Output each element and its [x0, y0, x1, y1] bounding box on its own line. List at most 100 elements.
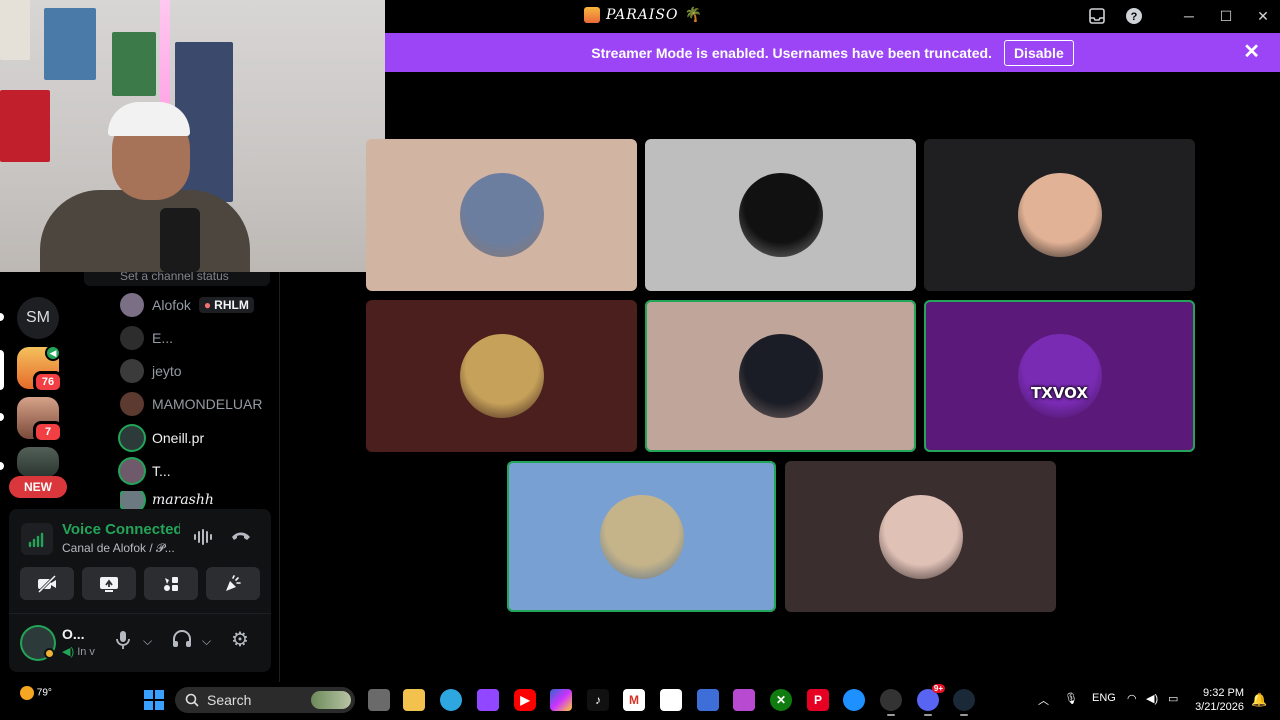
language-indicator[interactable]: ENG: [1092, 692, 1116, 704]
headphones-icon[interactable]: [172, 630, 192, 653]
avatar: [120, 359, 144, 383]
help-icon[interactable]: ?: [1124, 6, 1144, 26]
share-screen-button[interactable]: [82, 567, 136, 600]
discord-icon[interactable]: 9+: [917, 684, 945, 716]
search-label: Search: [207, 692, 252, 708]
weather-widget[interactable]: 79°: [20, 686, 52, 700]
inbox-icon[interactable]: [1087, 6, 1107, 26]
soundboard-icon: [226, 574, 241, 591]
user-substatus: ◀) In v: [62, 645, 95, 658]
member-marashh[interactable]: marashh: [120, 491, 214, 509]
voice-actions: [20, 567, 260, 600]
start-button[interactable]: [144, 690, 164, 710]
screen-share-icon: [100, 576, 118, 592]
browser-icon[interactable]: [843, 689, 865, 711]
avatar: [120, 491, 144, 509]
participant-avatar: [738, 334, 823, 418]
search-box[interactable]: Search: [175, 687, 355, 713]
soundboard-button[interactable]: [206, 567, 260, 600]
youtube-icon[interactable]: ▶: [514, 689, 536, 711]
close-window-icon[interactable]: ✕: [1253, 6, 1273, 26]
chevron-down-icon[interactable]: ⌵: [143, 634, 152, 649]
member-tag: ● RHLM: [198, 297, 254, 313]
member-name: Alofok: [152, 297, 191, 313]
chevron-up-icon[interactable]: ︿: [1038, 692, 1049, 708]
server-3[interactable]: 7: [17, 397, 63, 443]
selected-indicator: [0, 350, 4, 390]
member-jeyto[interactable]: jeyto: [120, 358, 182, 384]
poster-image: [112, 32, 156, 96]
server-4[interactable]: [17, 447, 59, 477]
copilot-icon[interactable]: [550, 689, 572, 711]
close-icon[interactable]: ✕: [1243, 42, 1260, 62]
capcut-icon[interactable]: [660, 689, 682, 711]
pinterest-icon[interactable]: P: [807, 689, 829, 711]
volume-icon[interactable]: ◀): [1146, 692, 1158, 705]
member-mamondeluar[interactable]: MAMONDELUAR: [120, 391, 262, 417]
tile-1[interactable]: [366, 139, 637, 291]
minimize-icon[interactable]: ─: [1179, 6, 1199, 26]
microphone-icon[interactable]: [115, 630, 131, 655]
tile-4[interactable]: [366, 300, 637, 452]
disable-button[interactable]: Disable: [1003, 39, 1074, 66]
battery-icon[interactable]: ▭: [1168, 692, 1178, 705]
xbox-icon[interactable]: ✕: [770, 689, 792, 711]
steam-icon[interactable]: [953, 689, 975, 716]
edge-icon[interactable]: [440, 689, 462, 711]
instagram-icon[interactable]: [733, 689, 755, 711]
tile-5[interactable]: [645, 300, 916, 452]
noise-suppression-icon[interactable]: [193, 529, 213, 550]
user-substatus-text: In v: [77, 646, 95, 658]
tile-6[interactable]: TXVOX: [924, 300, 1195, 452]
server-paraiso[interactable]: ◀ 76: [17, 345, 63, 393]
store-icon[interactable]: [697, 689, 719, 711]
search-highlight-image: [311, 691, 351, 709]
window-title-text: PARAISO: [606, 7, 679, 23]
user-name[interactable]: O...: [62, 626, 85, 642]
tag-icon: ●: [203, 298, 212, 312]
microphone: [160, 208, 200, 272]
wifi-icon[interactable]: ◠: [1127, 692, 1137, 705]
weather-temp: 79°: [36, 687, 52, 699]
member-alofok[interactable]: Alofok ● RHLM: [120, 292, 254, 318]
member-oneill[interactable]: Oneill.pr: [120, 425, 204, 451]
member-name: MAMONDELUAR: [152, 396, 263, 412]
avatar: [120, 426, 144, 450]
member-name: Oneill.pr: [152, 430, 205, 446]
file-explorer-icon[interactable]: [403, 689, 425, 711]
disconnect-icon[interactable]: [231, 526, 251, 547]
maximize-icon[interactable]: ☐: [1216, 6, 1236, 26]
server-sm[interactable]: SM: [17, 297, 59, 339]
poster-image: [0, 90, 50, 162]
gmail-icon[interactable]: M: [623, 689, 645, 711]
member-e[interactable]: E...: [120, 325, 173, 351]
tile-2[interactable]: [645, 139, 916, 291]
tile-3[interactable]: [924, 139, 1195, 291]
activities-button[interactable]: [144, 567, 198, 600]
clock-date: 3/21/2026: [1195, 701, 1244, 713]
voice-channel-link[interactable]: Canal de Alofok / 𝓟...: [62, 541, 182, 556]
settings-gear-icon[interactable]: ⚙: [231, 627, 249, 652]
twitch-icon[interactable]: [477, 689, 499, 711]
avatar: [120, 293, 144, 317]
participant-avatar: [1017, 173, 1102, 257]
tile-8[interactable]: [785, 461, 1056, 612]
clock[interactable]: 9:32 PM 3/21/2026: [1188, 686, 1244, 714]
signal-icon[interactable]: [21, 523, 53, 555]
new-unreads-pill[interactable]: NEW: [9, 476, 67, 498]
member-name: jeyto: [152, 363, 182, 379]
camera-off-button[interactable]: [20, 567, 74, 600]
tile-7[interactable]: [507, 461, 776, 612]
chevron-down-icon[interactable]: ⌵: [202, 634, 211, 649]
microphone-tray-icon[interactable]: 🎙: [1064, 692, 1078, 705]
tiktok-icon[interactable]: ♪: [587, 689, 609, 711]
notification-bell-icon[interactable]: 🔔: [1251, 692, 1267, 708]
server-sm-label: SM: [26, 309, 50, 326]
obs-icon[interactable]: [880, 689, 902, 716]
task-view-icon[interactable]: [368, 689, 390, 711]
participant-avatar: [599, 494, 684, 579]
member-name: marashh: [152, 492, 214, 508]
member-t[interactable]: T...: [120, 458, 171, 484]
mention-badge: 76: [33, 371, 63, 393]
member-tag-label: RHLM: [214, 298, 249, 312]
